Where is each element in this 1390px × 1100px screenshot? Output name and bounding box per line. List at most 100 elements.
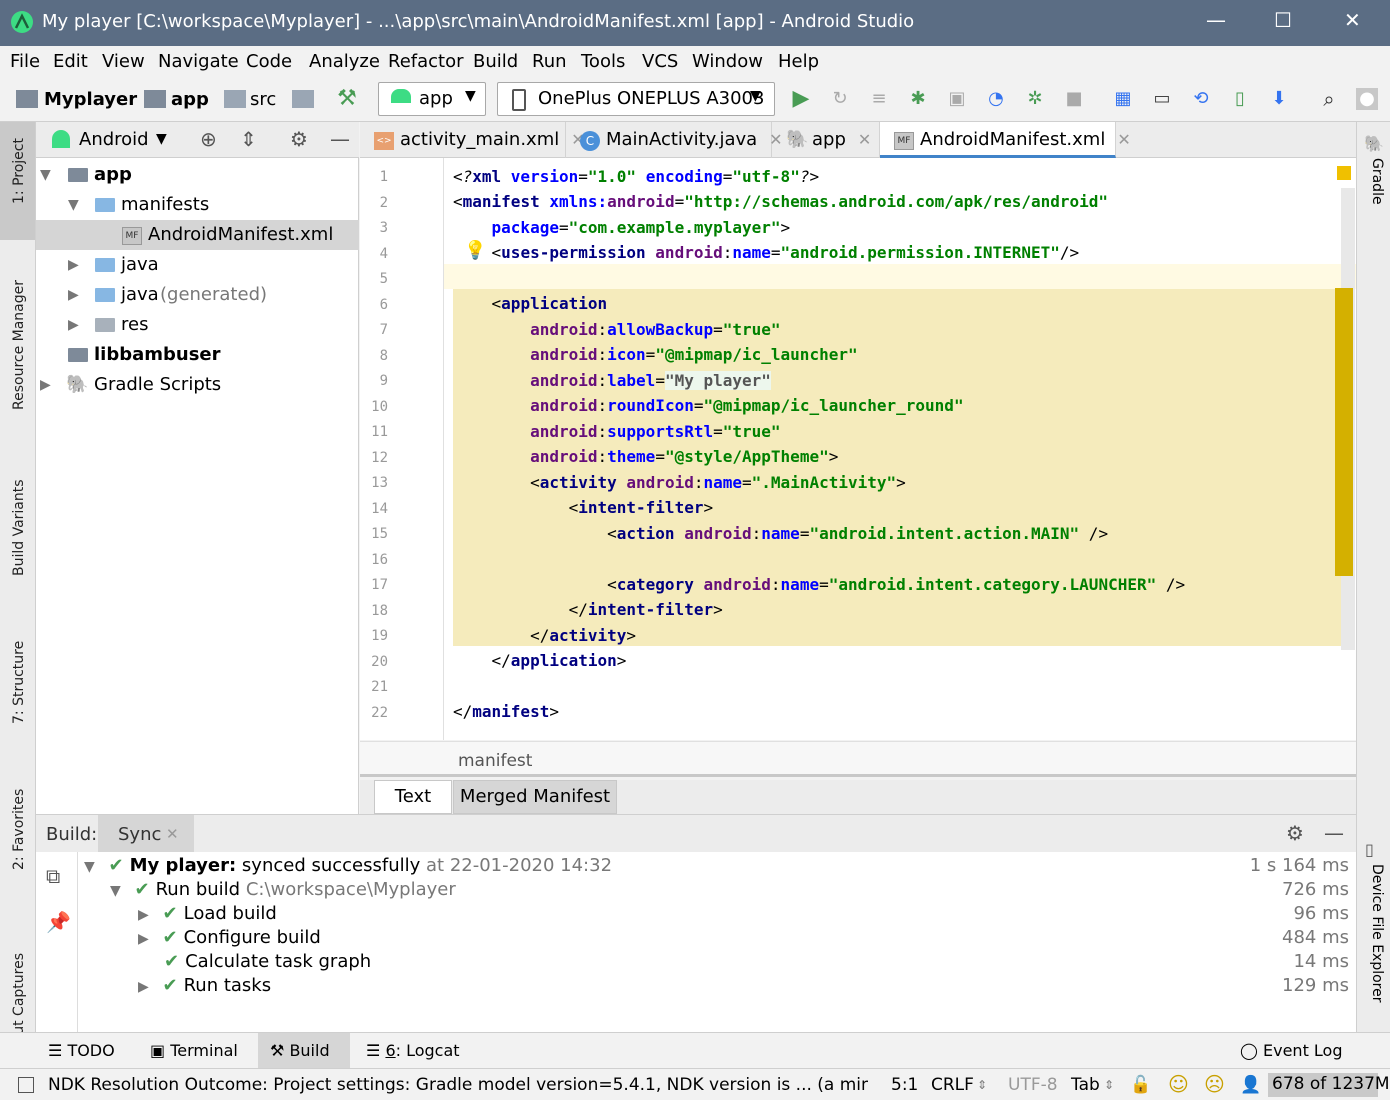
hide-icon[interactable]: — [330, 127, 350, 151]
restore-layout-icon[interactable]: ⧉ [46, 864, 60, 888]
tree-item-java-generated[interactable]: ▶ java (generated) [36, 280, 359, 310]
apply-changes-icon[interactable]: ↻ [829, 88, 851, 110]
chevron-down-icon[interactable]: ▼ [40, 160, 51, 190]
run-icon[interactable]: ▶ [790, 88, 812, 110]
tab-activity-main[interactable]: <> activity_main.xml ✕ [360, 122, 585, 158]
tree-item-androidmanifest[interactable]: MF AndroidManifest.xml [36, 220, 359, 250]
stop-icon[interactable]: ■ [1063, 88, 1085, 110]
menu-edit[interactable]: Edit [53, 51, 88, 72]
tab-project[interactable]: 1: Project [2, 122, 34, 240]
close-icon[interactable]: ✕ [858, 130, 871, 149]
run-config-select[interactable]: app ▼ [378, 82, 486, 116]
tab-android-manifest[interactable]: MF AndroidManifest.xml ✕ [880, 122, 1131, 158]
tab-main-activity[interactable]: C MainActivity.java ✕ [566, 122, 783, 158]
lock-icon[interactable]: 🔓 [1130, 1075, 1151, 1095]
build-row[interactable]: ▶ ✔ Load build 96 ms [138, 902, 1354, 926]
tab-text[interactable]: Text [374, 780, 452, 814]
menu-run[interactable]: Run [532, 51, 567, 72]
chevron-right-icon[interactable]: ▶ [138, 907, 149, 923]
tool-logcat[interactable]: ☰ 6: Logcat [366, 1033, 460, 1069]
menu-tools[interactable]: Tools [581, 51, 625, 72]
tab-app-gradle[interactable]: 🐘 app ✕ [772, 122, 880, 158]
attach-debugger-icon[interactable]: ✲ [1024, 88, 1046, 110]
collapse-all-icon[interactable]: ⇕ [240, 127, 257, 151]
chevron-right-icon[interactable]: ▶ [138, 931, 149, 947]
tree-item-app[interactable]: ▼ app [36, 160, 359, 190]
tab-layout-captures[interactable]: Layout Captures [2, 938, 34, 1068]
menu-file[interactable]: File [10, 51, 40, 72]
chevron-down-icon[interactable]: ▼ [68, 190, 79, 220]
tab-merged-manifest[interactable]: Merged Manifest [453, 780, 617, 814]
breadcrumb-src[interactable]: src [250, 89, 276, 110]
breadcrumb-manifest[interactable]: manifest [458, 751, 532, 771]
build-row[interactable]: ▼ ✔ Run build C:\workspace\Myplayer 726 m… [110, 878, 1354, 902]
tree-item-java[interactable]: ▶ java [36, 250, 359, 280]
tool-todo[interactable]: ☰ TODO [48, 1033, 115, 1069]
tool-build[interactable]: ⚒ Build [258, 1033, 350, 1069]
search-icon[interactable]: ⌕ [1318, 88, 1340, 110]
device-select[interactable]: OnePlus ONEPLUS A3003 ▼ [497, 82, 775, 116]
sync-project-icon[interactable]: ▭ [1151, 88, 1173, 110]
menu-help[interactable]: Help [778, 51, 819, 72]
profile-icon[interactable]: ◔ [985, 88, 1007, 110]
tree-item-res[interactable]: ▶ res [36, 310, 359, 340]
chevron-right-icon[interactable]: ▶ [68, 250, 79, 280]
close-icon[interactable]: ✕ [166, 825, 179, 843]
locate-icon[interactable]: ⊕ [200, 127, 217, 151]
gradle-sync-icon[interactable]: ⟲ [1190, 88, 1212, 110]
menu-build[interactable]: Build [473, 51, 518, 72]
breadcrumb-module[interactable]: app [171, 89, 209, 110]
line-separator[interactable]: CRLF [931, 1075, 974, 1095]
build-row[interactable]: ▼ ✔ My player: synced successfully at 22-… [84, 854, 1354, 878]
chevron-down-icon[interactable]: ▼ [110, 883, 121, 899]
inspection-status-icon[interactable] [1337, 166, 1351, 180]
apply-code-changes-icon[interactable]: ≡ [868, 88, 890, 110]
chevron-right-icon[interactable]: ▶ [68, 310, 79, 340]
gear-icon[interactable]: ⚙ [1286, 821, 1304, 845]
menu-window[interactable]: Window [692, 51, 763, 72]
hide-icon[interactable]: — [1324, 821, 1344, 845]
breadcrumb-project[interactable]: Myplayer [44, 89, 137, 110]
gear-icon[interactable]: ⚙ [290, 127, 308, 151]
status-message[interactable]: NDK Resolution Outcome: Project settings… [48, 1075, 868, 1095]
tab-build-variants[interactable]: Build Variants [2, 474, 34, 594]
chevron-down-icon[interactable]: ▼ [156, 131, 167, 147]
sdk-manager-icon[interactable]: ⬇ [1268, 88, 1290, 110]
menu-code[interactable]: Code [246, 51, 292, 72]
tree-item-manifests[interactable]: ▼ manifests [36, 190, 359, 220]
chevron-right-icon[interactable]: ▶ [40, 370, 51, 400]
toggle-tool-buttons-icon[interactable] [18, 1077, 34, 1093]
maximize-button[interactable]: ☐ [1274, 8, 1292, 32]
project-view-select[interactable]: Android [79, 129, 149, 150]
tree-item-libbambuser[interactable]: libbambuser [36, 340, 359, 370]
tab-structure[interactable]: 7: Structure [2, 641, 34, 742]
menu-refactor[interactable]: Refactor [388, 51, 464, 72]
run-coverage-icon[interactable]: ▣ [946, 88, 968, 110]
pin-icon[interactable]: 📌 [46, 910, 71, 934]
tab-gradle[interactable]: Gradle [1361, 158, 1389, 238]
chevron-right-icon[interactable]: ▶ [68, 280, 79, 310]
tool-terminal[interactable]: ▣ Terminal [150, 1033, 238, 1069]
debug-icon[interactable]: ✱ [907, 88, 929, 110]
frown-icon[interactable]: ☹ [1204, 1072, 1225, 1096]
build-row[interactable]: ✔ Calculate task graph 14 ms [164, 950, 1354, 974]
smile-icon[interactable]: ☺ [1168, 1072, 1189, 1096]
inspector-icon[interactable]: 👤 [1240, 1075, 1261, 1095]
menu-analyze[interactable]: Analyze [309, 51, 380, 72]
chevron-down-icon[interactable]: ▼ [84, 859, 95, 875]
indent-setting[interactable]: Tab [1071, 1075, 1100, 1095]
close-icon[interactable]: ✕ [1117, 130, 1130, 149]
tree-item-gradle-scripts[interactable]: ▶ 🐘 Gradle Scripts [36, 370, 359, 400]
menu-navigate[interactable]: Navigate [158, 51, 239, 72]
minimize-button[interactable]: — [1206, 8, 1226, 32]
avd-manager-icon[interactable]: ▯ [1229, 88, 1251, 110]
caret-position[interactable]: 5:1 [891, 1075, 918, 1095]
build-row[interactable]: ▶ ✔ Configure build 484 ms [138, 926, 1354, 950]
memory-indicator[interactable]: 678 of 1237M [1268, 1073, 1390, 1097]
tool-event-log[interactable]: ◯ Event Log [1240, 1033, 1343, 1069]
chevron-right-icon[interactable]: ▶ [138, 979, 149, 995]
file-encoding[interactable]: UTF-8 [1008, 1075, 1058, 1095]
project-structure-icon[interactable]: ▦ [1112, 88, 1134, 110]
user-avatar-icon[interactable]: ● [1356, 88, 1378, 110]
make-project-hammer-icon[interactable]: ⚒ [336, 88, 358, 110]
